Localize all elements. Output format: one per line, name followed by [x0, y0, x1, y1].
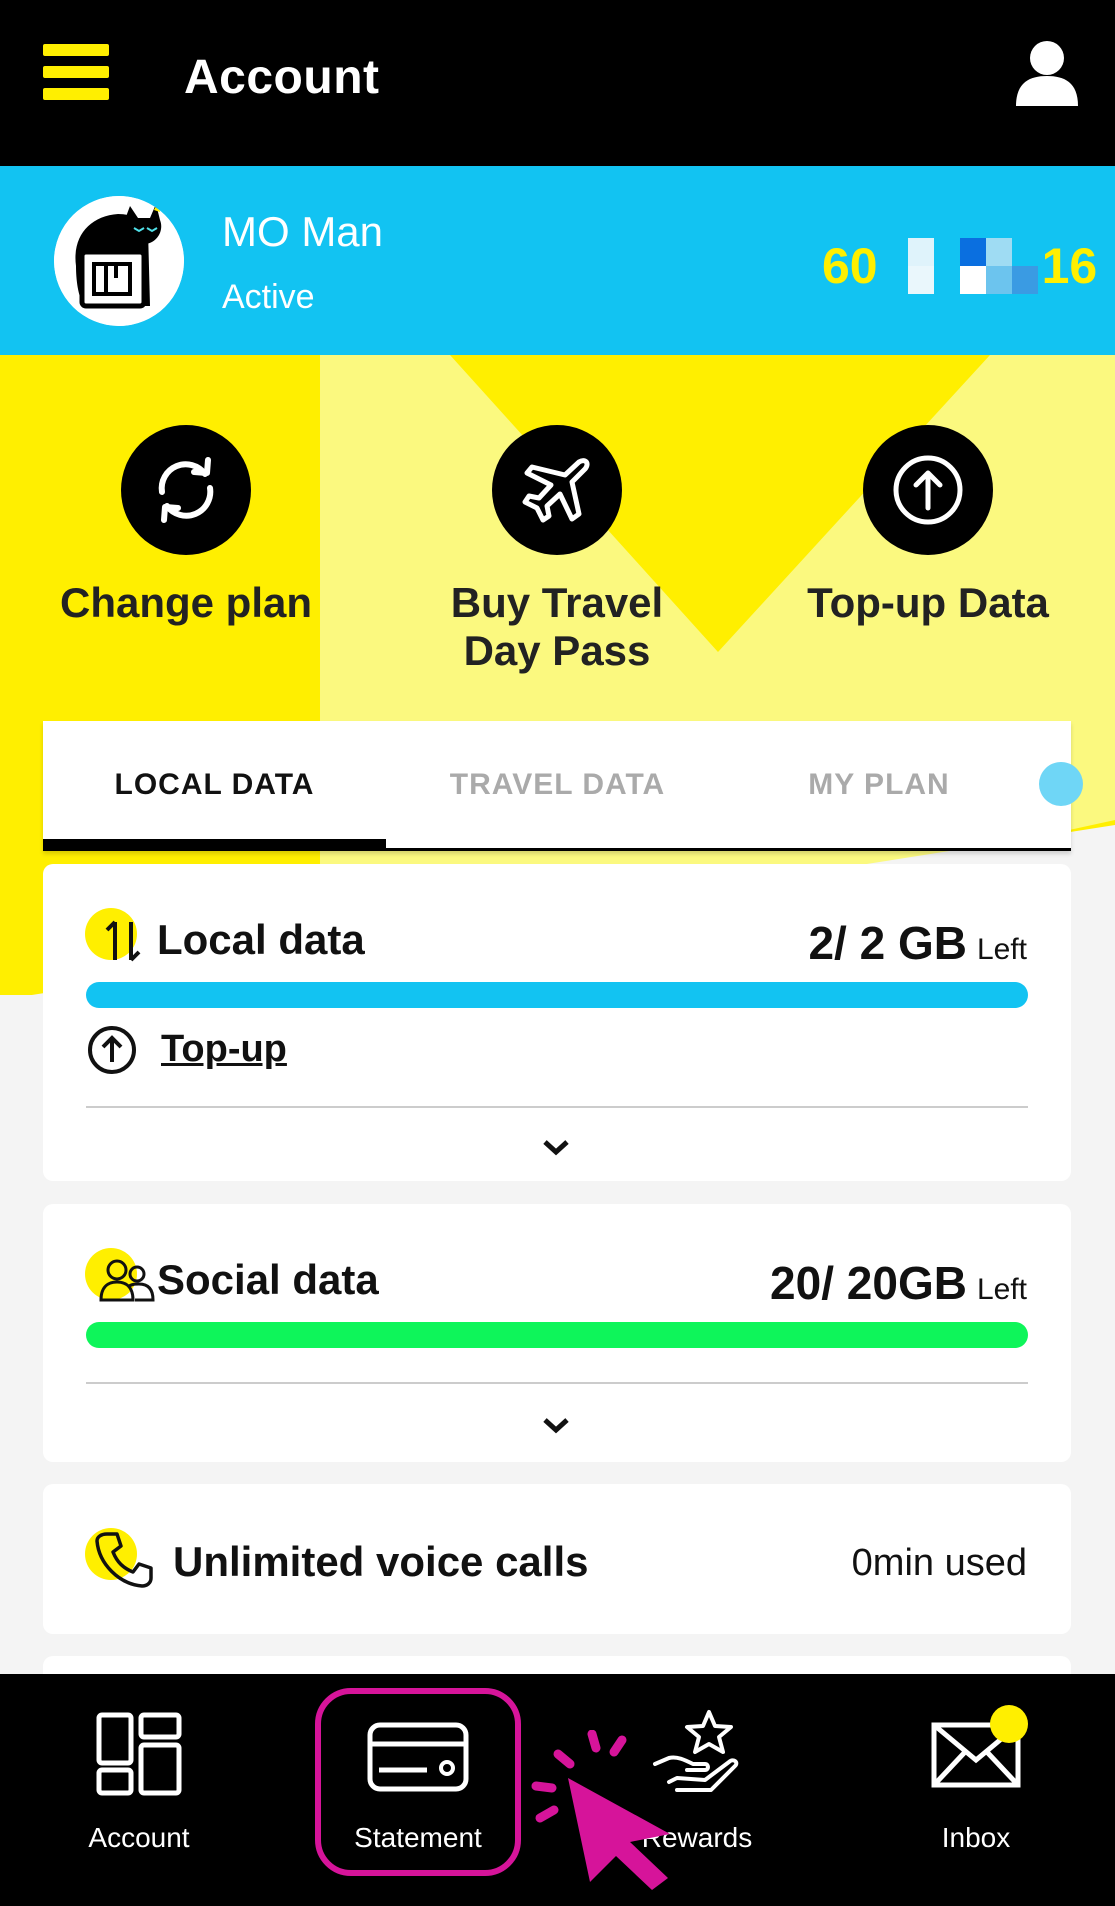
inbox-notification-badge — [990, 1705, 1028, 1743]
user-profile-icon[interactable] — [1016, 40, 1078, 106]
data-transfer-icon — [105, 920, 141, 962]
social-data-card: Social data 20/ 20GB Left — [43, 1204, 1071, 1462]
dashboard-icon — [96, 1712, 182, 1796]
upload-circle-icon — [863, 425, 993, 555]
chevron-down-icon[interactable] — [539, 1136, 573, 1160]
phone-number: 60 16 — [822, 236, 1097, 296]
local-data-card: Local data 2/ 2 GB Left Top-up — [43, 864, 1071, 1181]
top-up-data-label: Top-up Data — [807, 579, 1049, 626]
page-title: Account — [184, 51, 380, 104]
avatar[interactable] — [54, 196, 184, 326]
data-tabs: LOCAL DATA TRAVEL DATA MY PLAN — [43, 721, 1083, 851]
card-divider — [86, 1382, 1028, 1384]
local-data-value: 2/ 2 GB Left — [808, 916, 1027, 970]
user-name: MO Man — [222, 208, 384, 255]
voice-calls-used: 0min used — [851, 1542, 1027, 1584]
nav-account[interactable]: Account — [39, 1674, 239, 1906]
chevron-down-icon[interactable] — [539, 1414, 573, 1438]
buy-travel-day-pass-action[interactable]: Buy Travel Day Pass — [407, 425, 707, 675]
social-data-amount: 20/ 20GB — [770, 1257, 967, 1309]
top-up-icon[interactable] — [86, 1024, 138, 1076]
phone-suffix: 16 — [1041, 238, 1098, 294]
local-data-progress-bar — [86, 982, 1028, 1008]
phone-prefix: 60 — [822, 238, 878, 294]
social-data-progress-bar — [86, 1322, 1028, 1348]
top-up-link[interactable]: Top-up — [161, 1028, 287, 1071]
voice-calls-card: Unlimited voice calls 0min used — [43, 1484, 1071, 1634]
social-data-title: Social data — [157, 1256, 379, 1303]
nav-inbox-label: Inbox — [941, 1822, 1011, 1853]
airplane-icon — [492, 425, 622, 555]
phone-redacted-block — [881, 238, 1038, 294]
account-status: Active — [222, 278, 315, 316]
social-data-left-label: Left — [976, 1273, 1027, 1306]
user-info-band: MO Man Active 60 16 — [0, 166, 1115, 355]
users-group-icon — [99, 1259, 155, 1302]
top-up-data-action[interactable]: Top-up Data — [778, 425, 1078, 627]
change-plan-action[interactable]: Change plan — [36, 425, 336, 627]
tab-local-data[interactable]: LOCAL DATA — [43, 721, 386, 848]
change-plan-label: Change plan — [59, 579, 313, 626]
refresh-icon — [121, 425, 251, 555]
buy-travel-day-pass-label: Buy Travel Day Pass — [450, 579, 664, 674]
hamburger-menu-icon[interactable] — [43, 44, 109, 100]
social-data-value: 20/ 20GB Left — [770, 1256, 1027, 1310]
nav-inbox[interactable]: Inbox — [876, 1674, 1076, 1906]
card-divider — [86, 1106, 1028, 1108]
nav-account-label: Account — [88, 1822, 190, 1853]
phone-icon — [95, 1532, 153, 1588]
voice-calls-title: Unlimited voice calls — [173, 1538, 589, 1585]
tab-my-plan[interactable]: MY PLAN — [729, 721, 1029, 848]
local-data-left-label: Left — [976, 933, 1027, 966]
local-data-amount: 2/ 2 GB — [808, 917, 967, 969]
active-tab-indicator — [43, 839, 386, 851]
tab-travel-data[interactable]: TRAVEL DATA — [386, 721, 729, 848]
pointer-cursor-icon — [531, 1730, 670, 1890]
statement-highlight-box — [315, 1688, 521, 1876]
top-app-bar: Account — [0, 0, 1115, 166]
notification-dot — [1039, 762, 1083, 806]
local-data-title: Local data — [157, 916, 365, 963]
